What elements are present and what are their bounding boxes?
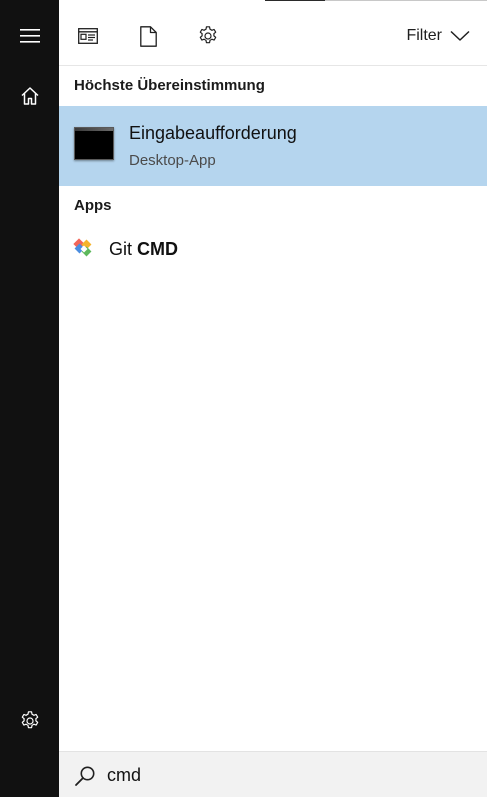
search-icon [75,766,95,786]
start-search-window: Filter Höchste Übereinstimmung Eingabeau… [0,0,487,797]
app-result-git-cmd[interactable]: Git CMD [59,230,487,270]
hamburger-icon [19,29,40,43]
search-input[interactable] [107,760,467,790]
search-toolbar: Filter [59,0,487,66]
search-bar [59,751,487,797]
home-button[interactable] [0,72,59,120]
best-match-result[interactable]: Eingabeaufforderung Desktop-App [59,106,487,186]
apps-heading: Apps [74,197,112,214]
gear-icon [21,711,38,729]
best-match-title: Eingabeaufforderung [129,123,297,143]
app-name-prefix: Git [109,239,138,259]
documents-filter-button[interactable] [130,18,166,54]
left-rail [0,0,59,797]
gear-icon [199,26,217,44]
app-name-match: CMD [137,239,179,259]
app-window-icon [78,28,98,44]
filter-label: Filter [406,27,442,44]
git-icon [73,238,92,257]
home-icon [20,87,39,105]
search-results-panel: Filter Höchste Übereinstimmung Eingabeau… [59,0,487,797]
menu-button[interactable] [0,12,59,60]
app-result-label: Git CMD [109,239,178,260]
chevron-down-icon [450,30,470,41]
document-icon [139,25,157,47]
filter-dropdown[interactable]: Filter [406,22,470,50]
command-prompt-icon [74,127,114,160]
settings-filter-button[interactable] [190,18,226,54]
apps-filter-button[interactable] [70,18,106,54]
settings-button[interactable] [0,697,59,745]
best-match-subtitle: Desktop-App [129,152,216,169]
best-match-heading: Höchste Übereinstimmung [74,77,265,94]
